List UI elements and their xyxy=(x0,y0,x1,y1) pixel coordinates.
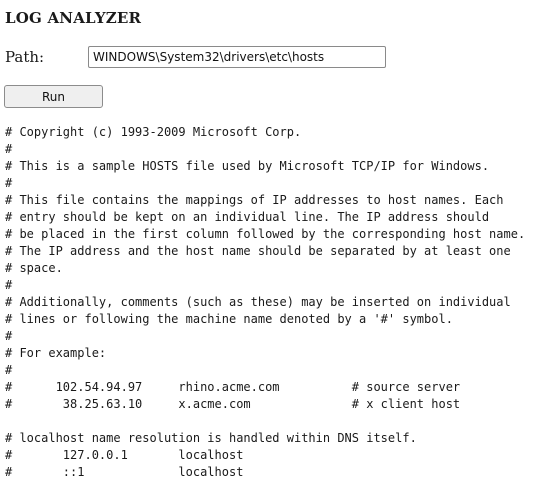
output-line: # space. xyxy=(5,261,63,275)
output-line: # The IP address and the host name shoul… xyxy=(5,244,511,258)
run-button[interactable]: Run xyxy=(4,85,103,108)
log-analyzer-page: LOG ANALYZER Path: Run # Copyright (c) 1… xyxy=(0,0,546,500)
output-line: # Additionally, comments (such as these)… xyxy=(5,295,511,309)
output-line: # 102.54.94.97 rhino.acme.com # source s… xyxy=(5,380,461,394)
output-line: # xyxy=(5,363,13,377)
path-input[interactable] xyxy=(88,46,386,68)
output-line: # lines or following the machine name de… xyxy=(5,312,453,326)
output-line: # xyxy=(5,278,13,292)
output-line: # 127.0.0.1 localhost xyxy=(5,448,244,462)
output-line: # ::1 localhost xyxy=(5,465,244,479)
path-label: Path: xyxy=(5,48,45,66)
output-line: # be placed in the first column followed… xyxy=(5,227,526,241)
app-title: LOG ANALYZER xyxy=(5,9,142,27)
output-line: # This file contains the mappings of IP … xyxy=(5,193,504,207)
output-line: # This is a sample HOSTS file used by Mi… xyxy=(5,159,490,173)
output-line: # xyxy=(5,142,13,156)
output-line: # 38.25.63.10 x.acme.com # x client host xyxy=(5,397,461,411)
output-line: # xyxy=(5,329,13,343)
output-line: # For example: xyxy=(5,346,107,360)
output-line: # entry should be kept on an individual … xyxy=(5,210,490,224)
output-line: # localhost name resolution is handled w… xyxy=(5,431,417,445)
output-line: # Copyright (c) 1993-2009 Microsoft Corp… xyxy=(5,125,302,139)
output-log: # Copyright (c) 1993-2009 Microsoft Corp… xyxy=(5,124,545,481)
output-line: # xyxy=(5,176,13,190)
